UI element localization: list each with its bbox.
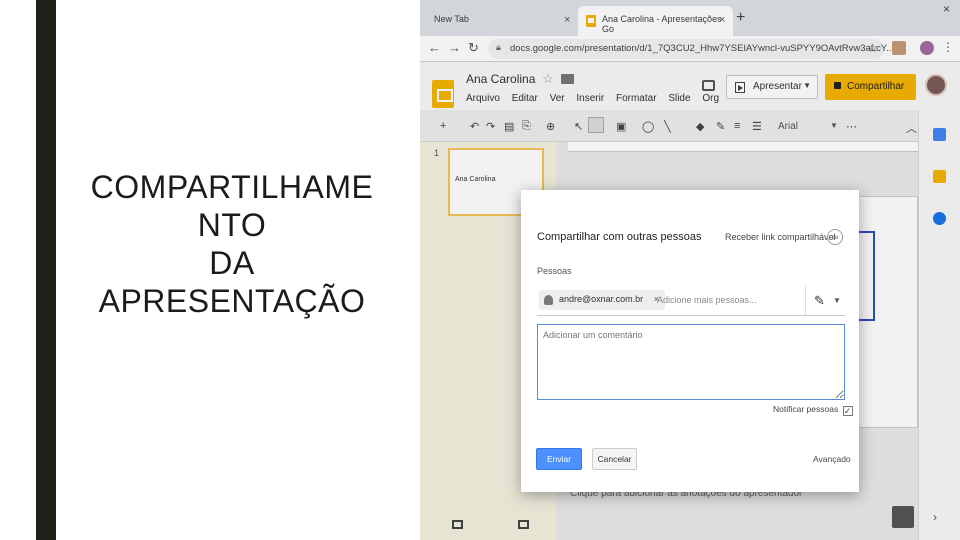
- link-icon[interactable]: ∞: [827, 229, 843, 245]
- notify-people-row[interactable]: Notificar pessoas ✓: [773, 404, 853, 416]
- notify-checkbox[interactable]: ✓: [842, 406, 853, 416]
- person-icon: [544, 295, 553, 305]
- comment-textarea[interactable]: [537, 324, 845, 400]
- slide-title: COMPARTILHAME NTO DA APRESENTAÇÃO: [62, 168, 402, 320]
- dark-side-bar: [36, 0, 56, 540]
- cancel-button[interactable]: Cancelar: [592, 448, 637, 470]
- slide-title-line-3: DA: [209, 245, 255, 281]
- add-people-placeholder[interactable]: Adicione mais pessoas...: [657, 295, 757, 305]
- notify-label: Notificar pessoas: [773, 404, 839, 414]
- slide-title-line-1: COMPARTILHAME: [90, 169, 374, 205]
- get-link-label[interactable]: Receber link compartilhável: [725, 232, 836, 242]
- chevron-down-icon: ▼: [833, 296, 841, 305]
- pencil-icon: ✎: [814, 293, 825, 308]
- slide-title-line-4: APRESENTAÇÃO: [98, 283, 366, 319]
- people-label: Pessoas: [537, 266, 572, 276]
- send-button[interactable]: Enviar: [536, 448, 582, 470]
- slide-title-line-2: NTO: [197, 207, 267, 243]
- dialog-title: Compartilhar com outras pessoas: [537, 231, 702, 243]
- browser-screenshot: New Tab × Ana Carolina - Apresentações G…: [420, 0, 960, 540]
- permission-select[interactable]: ✎ ▼: [805, 286, 845, 316]
- advanced-link[interactable]: Avançado: [813, 454, 851, 464]
- people-input[interactable]: andre@oxnar.com.br × Adicione mais pesso…: [537, 286, 805, 316]
- chip-email: andre@oxnar.com.br: [559, 294, 644, 304]
- share-dialog: Compartilhar com outras pessoas Receber …: [521, 190, 859, 492]
- person-chip[interactable]: andre@oxnar.com.br ×: [539, 290, 665, 310]
